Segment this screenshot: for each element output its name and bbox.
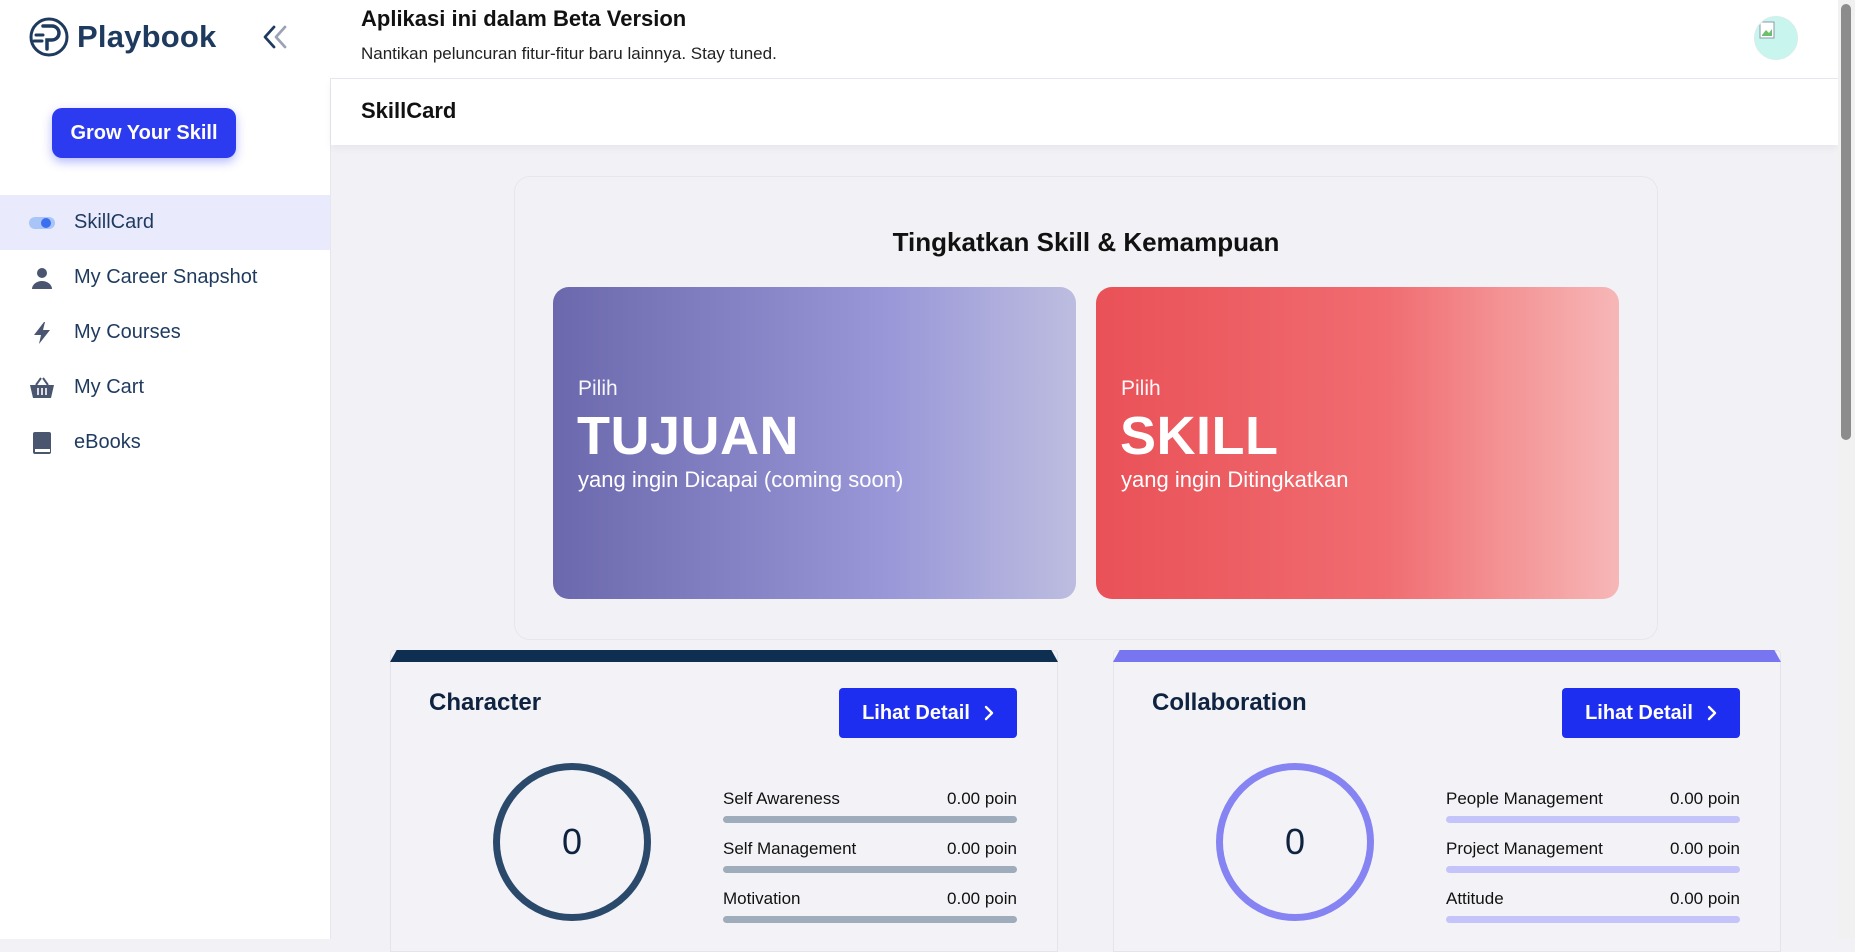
metric-value: 0.00 poin xyxy=(1670,839,1740,858)
scrollbar-thumb[interactable] xyxy=(1841,4,1851,440)
sidebar-item-ebooks[interactable]: eBooks xyxy=(0,415,330,470)
metric-list: Self Awareness 0.00 poin Self Management… xyxy=(723,789,1017,939)
playbook-logo-icon xyxy=(29,17,69,57)
page-title: SkillCard xyxy=(361,98,457,123)
metric-bar xyxy=(1446,866,1740,873)
hero-panel: Tingkatkan Skill & Kemampuan Pilih TUJUA… xyxy=(514,176,1658,640)
detail-button-label: Lihat Detail xyxy=(862,701,970,724)
metric-list: People Management 0.00 poin Project Mana… xyxy=(1446,789,1740,939)
app-name: Playbook xyxy=(77,19,217,54)
collaboration-detail-button[interactable]: Lihat Detail xyxy=(1562,688,1740,738)
metric-row: Motivation 0.00 poin xyxy=(723,889,1017,939)
metric-bar xyxy=(1446,816,1740,823)
lightning-icon xyxy=(28,319,56,347)
metric-value: 0.00 poin xyxy=(947,789,1017,808)
sidebar-item-label: My Cart xyxy=(74,376,144,398)
broken-image-icon xyxy=(1759,21,1775,39)
page-header: SkillCard xyxy=(331,79,1838,145)
sidebar-item-career-snapshot[interactable]: My Career Snapshot xyxy=(0,250,330,305)
sidebar-item-label: My Career Snapshot xyxy=(74,266,258,288)
user-avatar[interactable] xyxy=(1754,16,1798,60)
toggle-icon xyxy=(28,209,56,237)
metric-value: 0.00 poin xyxy=(1670,889,1740,908)
top-bar: Playbook Aplikasi ini dalam Beta Version… xyxy=(0,0,1838,79)
metric-bar xyxy=(723,816,1017,823)
beta-banner-title: Aplikasi ini dalam Beta Version xyxy=(361,6,687,31)
metric-bar xyxy=(723,866,1017,873)
metric-row: Self Management 0.00 poin xyxy=(723,839,1017,889)
pick-card-label: Pilih xyxy=(1121,377,1161,400)
collapse-sidebar-button[interactable] xyxy=(260,20,290,54)
sidebar-item-label: SkillCard xyxy=(74,211,155,233)
detail-button-label: Lihat Detail xyxy=(1585,701,1693,724)
metric-row: Project Management 0.00 poin xyxy=(1446,839,1740,889)
metric-bar xyxy=(1446,916,1740,923)
sidebar: Grow Your Skill SkillCard My Career Snap… xyxy=(0,78,331,939)
metric-name: Project Management xyxy=(1446,839,1603,858)
score-ring: 0 xyxy=(493,763,651,921)
skill-card-title: Character xyxy=(429,689,542,716)
collaboration-skill-card: Collaboration Lihat Detail 0 People Mana… xyxy=(1113,650,1781,952)
chevron-right-icon xyxy=(1707,705,1717,721)
sidebar-item-cart[interactable]: My Cart xyxy=(0,360,330,415)
sidebar-nav: SkillCard My Career Snapshot My Courses … xyxy=(0,195,330,470)
pick-card-subtitle: yang ingin Dicapai (coming soon) xyxy=(578,467,904,492)
skill-card-title: Collaboration xyxy=(1152,689,1307,716)
double-chevron-left-icon xyxy=(263,25,287,49)
sidebar-item-label: eBooks xyxy=(74,431,141,453)
metric-row: Self Awareness 0.00 poin xyxy=(723,789,1017,839)
metric-name: Attitude xyxy=(1446,889,1504,908)
metric-row: People Management 0.00 poin xyxy=(1446,789,1740,839)
character-detail-button[interactable]: Lihat Detail xyxy=(839,688,1017,738)
sidebar-item-label: My Courses xyxy=(74,321,181,343)
metric-name: Motivation xyxy=(723,889,801,908)
metric-value: 0.00 poin xyxy=(1670,789,1740,808)
metric-name: Self Management xyxy=(723,839,857,858)
metric-name: Self Awareness xyxy=(723,789,840,808)
person-icon xyxy=(28,264,56,292)
score-ring: 0 xyxy=(1216,763,1374,921)
basket-icon xyxy=(28,374,56,402)
sidebar-item-skillcard[interactable]: SkillCard xyxy=(0,195,330,250)
card-accent-bar xyxy=(1113,650,1781,662)
sidebar-item-courses[interactable]: My Courses xyxy=(0,305,330,360)
card-accent-bar xyxy=(390,650,1058,662)
metric-value: 0.00 poin xyxy=(947,839,1017,858)
pick-goal-card[interactable]: Pilih TUJUAN yang ingin Dicapai (coming … xyxy=(553,287,1076,599)
app-logo[interactable]: Playbook xyxy=(29,16,216,58)
pick-card-heading: SKILL xyxy=(1120,406,1279,466)
pick-card-heading: TUJUAN xyxy=(577,406,800,466)
pick-card-subtitle: yang ingin Ditingkatkan xyxy=(1121,467,1349,492)
book-icon xyxy=(28,429,56,457)
pick-card-label: Pilih xyxy=(578,377,618,400)
metric-row: Attitude 0.00 poin xyxy=(1446,889,1740,939)
hero-title: Tingkatkan Skill & Kemampuan xyxy=(892,227,1280,257)
metric-bar xyxy=(723,916,1017,923)
metric-value: 0.00 poin xyxy=(947,889,1017,908)
metric-name: People Management xyxy=(1446,789,1603,808)
score-value: 0 xyxy=(1284,821,1306,862)
chevron-right-icon xyxy=(984,705,994,721)
pick-skill-card[interactable]: Pilih SKILL yang ingin Ditingkatkan xyxy=(1096,287,1619,599)
score-value: 0 xyxy=(561,821,583,862)
character-skill-card: Character Lihat Detail 0 Self Awareness … xyxy=(390,650,1058,952)
grow-your-skill-button[interactable]: Grow Your Skill xyxy=(52,108,236,158)
beta-banner-subtitle: Nantikan peluncuran fitur-fitur baru lai… xyxy=(361,44,777,63)
